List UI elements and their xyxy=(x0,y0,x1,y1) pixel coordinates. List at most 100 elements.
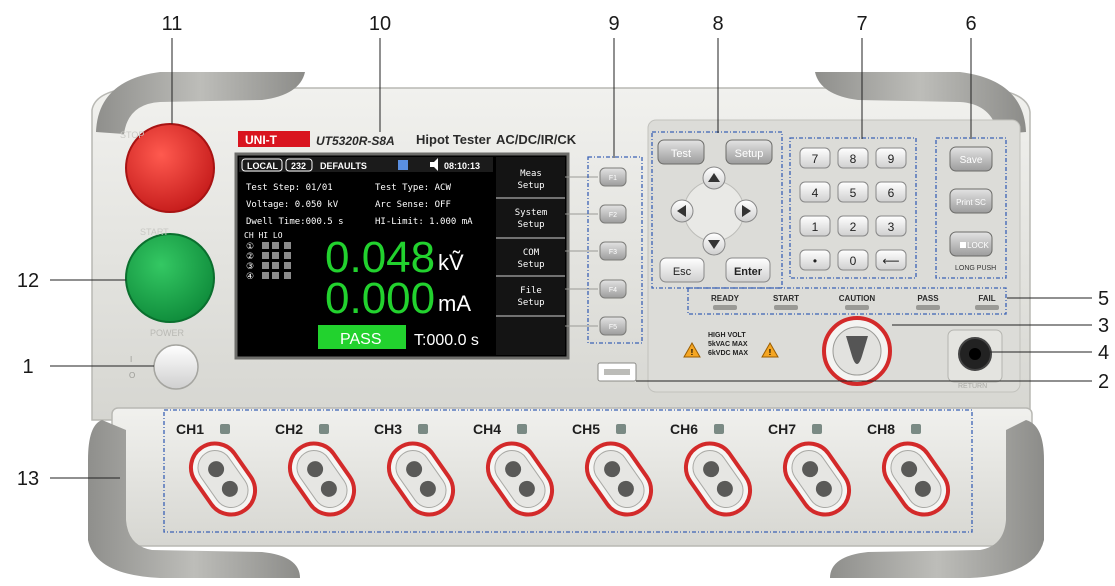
callout-4: 4 xyxy=(1098,342,1109,364)
test-modes: AC/DC/IR/CK xyxy=(496,132,577,147)
channel-led xyxy=(319,424,329,434)
f2-key-label: F2 xyxy=(609,212,617,219)
start-label: START xyxy=(140,227,169,237)
status-time: 08:10:13 xyxy=(444,161,480,171)
channel-label: CH6 xyxy=(670,421,698,437)
indicator-start-label: START xyxy=(773,294,799,303)
callout-10: 10 xyxy=(369,13,391,35)
arc-sense: Arc Sense: OFF xyxy=(375,200,451,210)
usb-drive-icon xyxy=(398,160,408,170)
test-step: Test Step: 01/01 xyxy=(246,183,333,193)
dwell-time: Dwell Time:000.5 s xyxy=(246,217,344,227)
channel-number: ② xyxy=(246,251,254,261)
channel-label: CH8 xyxy=(867,421,895,437)
channel-label: CH5 xyxy=(572,421,600,437)
hi-limit: HI-Limit: 1.000 mA xyxy=(375,217,473,227)
softkey-com-line1: COM xyxy=(523,248,540,258)
channel-led xyxy=(714,424,724,434)
warning-line3: 6kVDC MAX xyxy=(708,350,748,357)
callout-13: 13 xyxy=(17,468,39,490)
indicator-pass-label: PASS xyxy=(917,294,939,303)
channel-led xyxy=(418,424,428,434)
print-screen-key-label: Print SC xyxy=(956,198,986,207)
softkey-meas-line1: Meas xyxy=(520,169,542,179)
long-push-note: LONG PUSH xyxy=(955,265,996,272)
channel-label: CH4 xyxy=(473,421,501,437)
channel-led xyxy=(517,424,527,434)
current-reading: 0.000 xyxy=(325,274,435,323)
device-diagram: STOP START POWER I O UNI-T UT5320R-S8A H… xyxy=(17,13,1109,578)
channel-label: CH3 xyxy=(374,421,402,437)
return-terminal-hole xyxy=(969,348,981,360)
test-type: Test Type: ACW xyxy=(375,183,451,193)
channel-led xyxy=(220,424,230,434)
fail-led xyxy=(975,305,999,310)
pass-led xyxy=(916,305,940,310)
key-label: 8 xyxy=(850,152,857,166)
f3-key-label: F3 xyxy=(609,249,617,256)
softkey-com-line2: Setup xyxy=(517,260,544,270)
callout-1: 1 xyxy=(22,356,33,378)
callout-7: 7 xyxy=(856,13,867,35)
key-label: 7 xyxy=(812,152,819,166)
indicator-ready-label: READY xyxy=(711,294,740,303)
voltage-unit: kṼ xyxy=(438,250,464,275)
key-label: ⟵ xyxy=(882,254,899,268)
power-on-mark: I xyxy=(130,355,132,364)
channel-led xyxy=(616,424,626,434)
caution-led xyxy=(845,305,869,310)
channel-number: ④ xyxy=(246,271,254,281)
f5-key-label: F5 xyxy=(609,324,617,331)
warning-mark: ! xyxy=(769,348,772,357)
warning-line2: 5kVAC MAX xyxy=(708,341,748,348)
brand-logo-text: UNI-T xyxy=(245,133,278,147)
channel-number: ③ xyxy=(246,261,254,271)
return-label: RETURN xyxy=(958,383,987,390)
key-label: 0 xyxy=(850,254,857,268)
callout-12: 12 xyxy=(17,270,39,292)
key-label: 4 xyxy=(812,186,819,200)
save-key-label: Save xyxy=(960,155,983,166)
channel-label: CH2 xyxy=(275,421,303,437)
indicator-caution-label: CAUTION xyxy=(839,294,876,303)
key-label: 9 xyxy=(888,152,895,166)
start-led xyxy=(774,305,798,310)
status-defaults: DEFAULTS xyxy=(320,161,367,171)
side-keys: Save Print SC LOCK LONG PUSH xyxy=(949,146,996,272)
key-label: 6 xyxy=(888,186,895,200)
test-timer: T:000.0 s xyxy=(414,332,479,349)
key-label: 1 xyxy=(812,220,819,234)
softkey-file-line1: File xyxy=(520,286,542,296)
model-name: UT5320R-S8A xyxy=(316,134,395,148)
product-title: Hipot Tester xyxy=(416,132,491,147)
channel-label: CH1 xyxy=(176,421,204,437)
f4-key-label: F4 xyxy=(609,287,617,294)
callout-9: 9 xyxy=(608,13,619,35)
callout-6: 6 xyxy=(965,13,976,35)
softkey-system-line1: System xyxy=(515,208,548,218)
indicator-fail-label: FAIL xyxy=(978,294,995,303)
channel-number: ① xyxy=(246,241,254,251)
callout-2: 2 xyxy=(1098,371,1109,393)
power-switch[interactable] xyxy=(153,344,199,390)
callout-8: 8 xyxy=(712,13,723,35)
power-off-mark: O xyxy=(129,371,135,380)
channel-header: CH HI LO xyxy=(244,231,283,240)
key-label: 2 xyxy=(850,220,857,234)
test-key-label: Test xyxy=(671,148,691,160)
callout-5: 5 xyxy=(1098,288,1109,310)
channel-led xyxy=(812,424,822,434)
stop-label: STOP xyxy=(120,130,144,140)
f1-key-label: F1 xyxy=(609,175,617,182)
setup-key-label: Setup xyxy=(735,148,764,160)
softkey-system-line2: Setup xyxy=(517,220,544,230)
lcd-screen: LOCAL 232 DEFAULTS 08:10:13 Test Step: 0… xyxy=(234,152,570,360)
status-port: 232 xyxy=(291,161,306,171)
status-local: LOCAL xyxy=(247,161,278,171)
power-label: POWER xyxy=(150,328,185,338)
ready-led xyxy=(713,305,737,310)
start-button[interactable] xyxy=(125,233,215,323)
usb-port-slot xyxy=(604,369,630,375)
lock-icon xyxy=(960,242,966,248)
key-label: • xyxy=(813,254,817,268)
